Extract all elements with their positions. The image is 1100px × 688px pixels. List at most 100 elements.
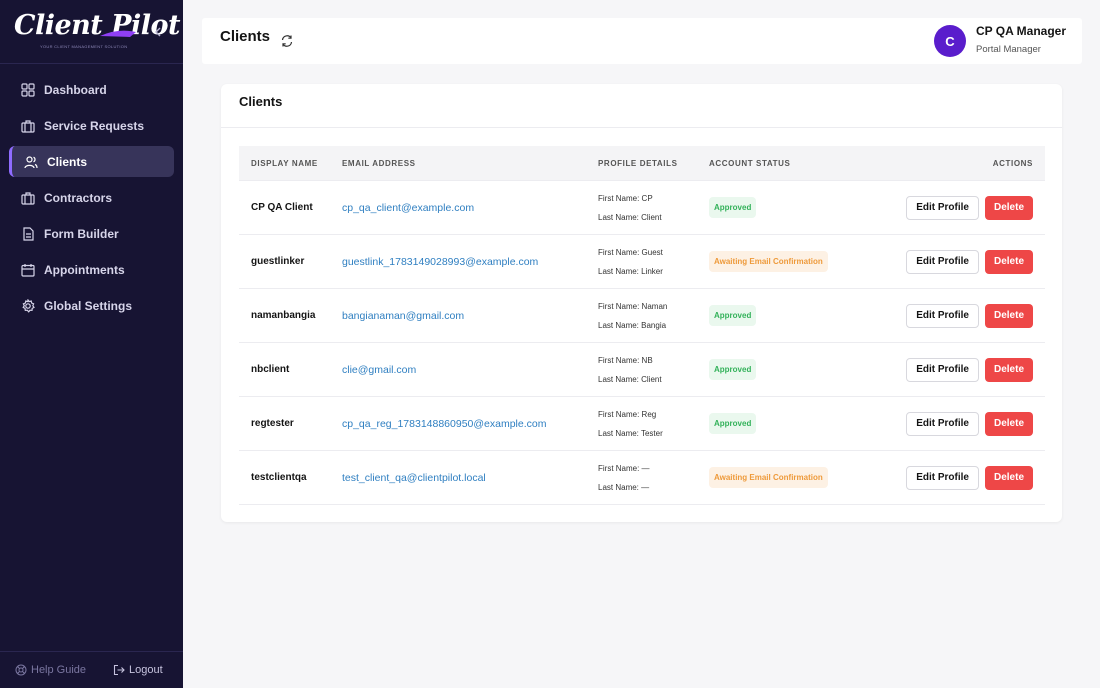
table-row: namanbangia bangianaman@gmail.com First …	[239, 289, 1045, 343]
sidebar-item-appointments[interactable]: Appointments	[9, 254, 174, 285]
sidebar-item-contractors[interactable]: Contractors	[9, 182, 174, 213]
delete-button[interactable]: Delete	[984, 411, 1033, 436]
status-badge: Approved	[709, 413, 757, 434]
user-name: CP QA Manager	[976, 24, 1067, 38]
refresh-icon	[281, 35, 293, 47]
email-link[interactable]: bangianaman@gmail.com	[342, 310, 598, 322]
delete-button[interactable]: Delete	[984, 357, 1033, 382]
users-icon	[23, 154, 39, 170]
first-name-text: First Name: Guest	[598, 247, 663, 257]
sidebar-item-label: Appointments	[44, 262, 125, 277]
calendar-icon	[20, 262, 36, 278]
logo-swoosh-icon	[100, 30, 136, 37]
sidebar-footer: Help Guide Logout	[0, 651, 183, 688]
delete-button[interactable]: Delete	[984, 249, 1033, 274]
column-header-email: EMAIL ADDRESS	[342, 158, 416, 168]
profile-details-cell: First Name: Reg Last Name: Tester	[598, 405, 709, 443]
sidebar-item-form-builder[interactable]: Form Builder	[9, 218, 174, 249]
document-icon	[20, 226, 36, 242]
avatar[interactable]: C	[934, 25, 966, 57]
email-link[interactable]: guestlink_1783149028993@example.com	[342, 256, 598, 268]
briefcase-icon	[20, 190, 36, 206]
profile-details-cell: First Name: Guest Last Name: Linker	[598, 243, 709, 281]
last-name-text: Last Name: Tester	[598, 428, 663, 438]
table-row: CP QA Client cp_qa_client@example.com Fi…	[239, 181, 1045, 235]
status-cell: Approved	[709, 197, 869, 218]
clients-card: Clients DISPLAY NAME EMAIL ADDRESS PROFI…	[221, 84, 1062, 522]
status-badge: Approved	[709, 305, 757, 326]
actions-cell: Edit Profile Delete	[869, 249, 1045, 274]
last-name-text: Last Name: Linker	[598, 266, 663, 276]
status-badge: Awaiting Email Confirmation	[709, 251, 828, 272]
table-row: regtester cp_qa_reg_1783148860950@exampl…	[239, 397, 1045, 451]
profile-details-cell: First Name: Naman Last Name: Bangia	[598, 297, 709, 335]
display-name-cell: namanbangia	[251, 310, 316, 321]
email-link[interactable]: clie@gmail.com	[342, 364, 598, 376]
delete-button[interactable]: Delete	[984, 303, 1033, 328]
first-name-text: First Name: Naman	[598, 301, 668, 311]
sidebar-item-label: Form Builder	[44, 226, 119, 241]
profile-details-cell: First Name: NB Last Name: Client	[598, 351, 709, 389]
edit-profile-button[interactable]: Edit Profile	[906, 357, 979, 382]
logout-icon	[113, 664, 125, 676]
logo-row: Client Pilot YOUR CLIENT MANAGEMENT SOLU…	[0, 0, 183, 64]
actions-cell: Edit Profile Delete	[869, 465, 1045, 490]
briefcase-icon	[20, 118, 36, 134]
sidebar-item-label: Dashboard	[44, 82, 107, 97]
help-icon	[15, 664, 27, 676]
gear-icon	[20, 298, 36, 314]
actions-cell: Edit Profile Delete	[869, 195, 1045, 220]
first-name-text: First Name: CP	[598, 193, 653, 203]
clients-table: DISPLAY NAME EMAIL ADDRESS PROFILE DETAI…	[239, 146, 1045, 505]
edit-profile-button[interactable]: Edit Profile	[906, 249, 979, 274]
top-header: Clients C CP QA Manager Portal Manager	[202, 18, 1082, 64]
email-link[interactable]: test_client_qa@clientpilot.local	[342, 472, 598, 484]
edit-profile-button[interactable]: Edit Profile	[906, 411, 979, 436]
card-header: Clients	[221, 84, 1062, 128]
email-link[interactable]: cp_qa_reg_1783148860950@example.com	[342, 418, 598, 430]
sidebar-item-global-settings[interactable]: Global Settings	[9, 290, 174, 321]
sidebar-item-clients[interactable]: Clients	[9, 146, 174, 177]
edit-profile-button[interactable]: Edit Profile	[906, 303, 979, 328]
edit-profile-button[interactable]: Edit Profile	[906, 195, 979, 220]
collapse-sidebar-button[interactable]	[150, 22, 166, 42]
profile-details-cell: First Name: — Last Name: —	[598, 459, 709, 497]
first-name-text: First Name: Reg	[598, 409, 657, 419]
status-cell: Approved	[709, 359, 869, 380]
column-header-status: ACCOUNT STATUS	[709, 158, 791, 168]
status-badge: Approved	[709, 197, 757, 218]
sidebar-item-service-requests[interactable]: Service Requests	[9, 110, 174, 141]
logo-tagline: YOUR CLIENT MANAGEMENT SOLUTION	[40, 44, 128, 49]
delete-button[interactable]: Delete	[984, 465, 1033, 490]
delete-button[interactable]: Delete	[984, 195, 1033, 220]
user-role: Portal Manager	[976, 44, 1041, 55]
page-title: Clients	[220, 28, 271, 45]
logout-label: Logout	[129, 664, 163, 676]
last-name-text: Last Name: Client	[598, 212, 662, 222]
last-name-text: Last Name: —	[598, 482, 650, 492]
sidebar-item-label: Global Settings	[44, 298, 133, 313]
edit-profile-button[interactable]: Edit Profile	[906, 465, 979, 490]
column-header-profile: PROFILE DETAILS	[598, 158, 678, 168]
column-header-display-name: DISPLAY NAME	[251, 158, 318, 168]
table-row: testclientqa test_client_qa@clientpilot.…	[239, 451, 1045, 505]
sidebar-item-label: Contractors	[44, 190, 113, 205]
sidebar-item-dashboard[interactable]: Dashboard	[9, 74, 174, 105]
status-cell: Awaiting Email Confirmation	[709, 251, 869, 272]
table-row: guestlinker guestlink_1783149028993@exam…	[239, 235, 1045, 289]
actions-cell: Edit Profile Delete	[869, 357, 1045, 382]
status-badge: Approved	[709, 359, 757, 380]
logout-link[interactable]: Logout	[113, 664, 163, 676]
email-link[interactable]: cp_qa_client@example.com	[342, 202, 598, 214]
actions-cell: Edit Profile Delete	[869, 411, 1045, 436]
refresh-button[interactable]	[280, 34, 296, 50]
table-header: DISPLAY NAME EMAIL ADDRESS PROFILE DETAI…	[239, 146, 1045, 181]
grid-icon	[20, 82, 36, 98]
display-name-cell: regtester	[251, 418, 294, 429]
sidebar-item-label: Service Requests	[44, 118, 145, 133]
display-name-cell: guestlinker	[251, 256, 305, 267]
chevron-left-icon	[155, 27, 161, 37]
help-guide-link[interactable]: Help Guide	[15, 664, 86, 676]
sidebar-item-label: Clients	[47, 154, 88, 169]
actions-cell: Edit Profile Delete	[869, 303, 1045, 328]
